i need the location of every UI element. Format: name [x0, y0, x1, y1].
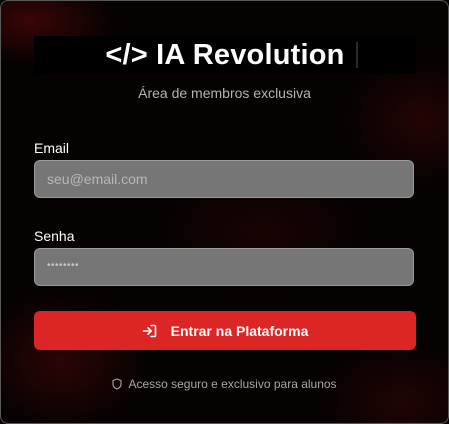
password-field[interactable] — [34, 248, 414, 286]
login-submit-button[interactable]: Entrar na Plataforma — [34, 311, 416, 350]
page-subtitle: Área de membros exclusiva — [138, 85, 311, 101]
login-card: </> IA Revolution Área de membros exclus… — [0, 0, 449, 424]
login-arrow-icon — [142, 324, 157, 338]
logo-divider — [356, 42, 358, 68]
login-submit-label: Entrar na Plataforma — [170, 322, 309, 339]
password-masked-value: •••••••• — [47, 260, 80, 271]
logo-text: </> IA Revolution — [105, 38, 345, 71]
password-label: Senha — [34, 228, 75, 244]
security-note: Acesso seguro e exclusivo para alunos — [1, 377, 448, 391]
security-note-text: Acesso seguro e exclusivo para alunos — [128, 377, 337, 391]
shield-icon — [112, 378, 122, 390]
logo-banner: </> IA Revolution — [34, 36, 416, 74]
email-label: Email — [34, 140, 70, 156]
email-field[interactable] — [34, 160, 414, 198]
